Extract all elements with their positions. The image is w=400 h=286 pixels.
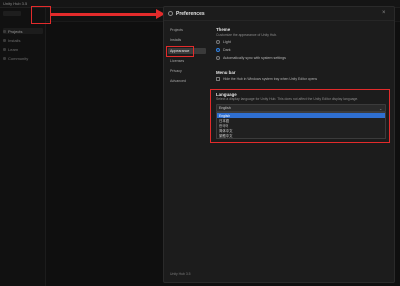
version-label: Unity Hub 3.5 [170,272,191,276]
sidebar-item-label: Projects [8,28,23,34]
theme-subtitle: Customize the appearance of Unity Hub. [216,33,278,37]
sidebar-item-label: Installs [8,37,21,43]
account-avatar[interactable] [3,11,21,16]
radio-label: Light [223,40,231,44]
hide-hub-checkbox[interactable] [216,77,220,81]
callout-arrow-line [51,13,157,16]
sidebar-item-label: Community [8,55,29,61]
people-icon [3,56,6,60]
preferences-title: Preferences [176,11,205,17]
theme-option-light[interactable]: Light [216,40,231,44]
sidebar-item-projects[interactable]: Projects [3,28,43,34]
sidebar-item-installs[interactable]: Installs [3,37,43,43]
nav-item-installs[interactable]: Installs [168,37,206,43]
preferences-nav: Projects Installs Appearance Licenses Pr… [164,21,208,283]
language-option-traditional-chinese[interactable]: 繁體中文 [217,133,385,138]
graduation-cap-icon [3,47,6,51]
chevron-down-icon: ⌄ [379,106,383,111]
radio-label: Dark [223,48,231,52]
theme-option-dark[interactable]: Dark [216,48,231,52]
download-icon [3,38,6,42]
preferences-dialog: Preferences × Projects Installs Appearan… [163,6,395,283]
menu-bar-title: Menu bar [216,70,236,75]
language-select[interactable]: English ⌄ [216,104,386,112]
nav-item-privacy[interactable]: Privacy [168,68,206,74]
nav-item-label: Installs [170,38,182,42]
close-icon[interactable]: × [382,10,386,16]
hub-sidebar: Projects Installs Learn Community [0,8,46,286]
appearance-callout-box [166,46,194,57]
nav-item-label: Advanced [170,79,186,83]
sidebar-item-label: Learn [8,46,19,52]
nav-item-advanced[interactable]: Advanced [168,78,206,84]
radio-dark[interactable] [216,48,220,52]
theme-option-system[interactable]: Automatically sync with system settings [216,56,286,60]
preferences-header: Preferences × [164,7,394,21]
nav-item-label: Licenses [170,59,185,63]
sidebar-item-community[interactable]: Community [3,55,43,61]
theme-title: Theme [216,27,231,32]
nav-item-licenses[interactable]: Licenses [168,58,206,64]
language-subtitle: Select a display language for Unity Hub.… [216,97,359,101]
nav-item-label: Privacy [170,69,182,73]
nav-item-label: Projects [170,28,183,32]
nav-item-projects[interactable]: Projects [168,27,206,33]
radio-label: Automatically sync with system settings [223,56,286,60]
gear-callout-box [31,6,51,24]
window-title: Unity Hub 3.5 [3,1,28,6]
checkbox-label: Hide the Hub in Windows system tray when… [223,77,318,81]
language-selected-value: English [219,106,231,110]
language-options: English 日本語 한국어 简体中文 繁體中文 [216,112,386,139]
hide-hub-option[interactable]: Hide the Hub in Windows system tray when… [216,77,317,81]
sidebar-item-learn[interactable]: Learn [3,46,43,52]
radio-system[interactable] [216,56,220,60]
cube-icon [3,29,6,33]
gear-icon [168,11,173,16]
radio-light[interactable] [216,40,220,44]
